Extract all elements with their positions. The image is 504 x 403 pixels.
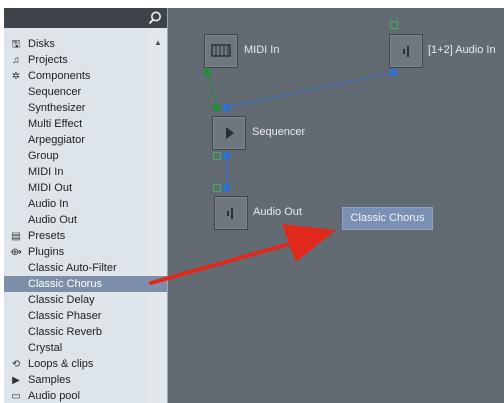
sample-icon: ▶ <box>12 375 20 386</box>
sequencer-node[interactable] <box>212 116 246 150</box>
sidebar-item-audio-pool[interactable]: ▭ Audio pool <box>4 388 167 403</box>
browser-sidebar: ▲ 🖫 Disks ♫ Projects ✲ Components Sequencer Syn… <box>4 8 168 403</box>
sidebar-item-label: Audio In <box>28 198 69 210</box>
sidebar-item-label: Sequencer <box>28 86 82 98</box>
sidebar-item-label: Presets <box>28 230 66 242</box>
sidebar-item-samples[interactable]: ▶ Samples <box>4 372 167 388</box>
audio-out-midi-port[interactable] <box>213 184 221 192</box>
sidebar-item-classic-phaser[interactable]: Classic Phaser <box>4 308 167 324</box>
midi-keyboard-icon <box>211 44 231 57</box>
disk-icon: 🖫 <box>11 39 21 50</box>
sidebar-item-midi-out[interactable]: MIDI Out <box>4 180 167 196</box>
audio-in-output-port[interactable] <box>390 69 397 76</box>
audio-out-node[interactable] <box>214 196 248 230</box>
plugin-icon: ⟴ <box>10 247 22 258</box>
sidebar-item-label: MIDI Out <box>28 182 73 194</box>
sidebar-item-classic-auto-filter[interactable]: Classic Auto-Filter <box>4 260 167 276</box>
sidebar-item-audio-in[interactable]: Audio In <box>4 196 167 212</box>
audio-level-icon <box>403 46 409 57</box>
search-bar[interactable] <box>4 8 167 28</box>
sidebar-item-group[interactable]: Group <box>4 148 167 164</box>
sidebar-item-label: MIDI In <box>28 166 64 178</box>
browser-tree: 🖫 Disks ♫ Projects ✲ Components Sequencer Synth… <box>4 36 167 403</box>
audio-in-input-port[interactable] <box>390 21 398 29</box>
midi-in-label: MIDI In <box>244 44 280 56</box>
preset-icon: ▤ <box>11 231 21 242</box>
sidebar-item-arpeggiator[interactable]: Arpeggiator <box>4 132 167 148</box>
midi-in-node[interactable] <box>204 34 238 68</box>
sidebar-item-projects[interactable]: ♫ Projects <box>4 52 167 68</box>
sidebar-item-midi-in[interactable]: MIDI In <box>4 164 167 180</box>
sidebar-item-label: Disks <box>28 38 55 50</box>
drag-preview-chip[interactable]: Classic Chorus <box>342 207 433 230</box>
sequencer-label: Sequencer <box>252 126 306 138</box>
search-icon[interactable] <box>147 10 163 26</box>
sidebar-item-label: Components <box>28 70 91 82</box>
sidebar-item-label: Group <box>28 150 59 162</box>
sidebar-item-label: Audio pool <box>28 390 80 402</box>
play-icon <box>226 127 234 139</box>
sequencer-midi-input-port[interactable] <box>213 104 220 111</box>
sidebar-item-loops-clips[interactable]: ⟲ Loops & clips <box>4 356 167 372</box>
music-note-icon: ♫ <box>12 55 20 66</box>
sidebar-item-synthesizer[interactable]: Synthesizer <box>4 100 167 116</box>
sidebar-item-label: Classic Auto-Filter <box>28 262 117 274</box>
sidebar-item-label: Classic Delay <box>28 294 95 306</box>
sidebar-item-components[interactable]: ✲ Components <box>4 68 167 84</box>
audio-in-label: [1+2] Audio In <box>428 44 496 56</box>
sidebar-item-label: Plugins <box>28 246 65 258</box>
sidebar-item-presets[interactable]: ▤ Presets <box>4 228 167 244</box>
sidebar-item-label: Loops & clips <box>28 358 94 370</box>
sequencer-audio-input-port[interactable] <box>223 104 230 111</box>
audio-level-icon <box>227 208 233 219</box>
sidebar-item-multi-effect[interactable]: Multi Effect <box>4 116 167 132</box>
audio-out-label: Audio Out <box>253 206 302 218</box>
sidebar-item-label: Audio Out <box>28 214 77 226</box>
sidebar-item-plugins[interactable]: ⟴ Plugins <box>4 244 167 260</box>
audio-out-audio-input-port[interactable] <box>223 184 230 191</box>
sequencer-midi-output-port[interactable] <box>213 152 221 160</box>
app-window: ▲ 🖫 Disks ♫ Projects ✲ Components Sequencer Syn… <box>0 0 504 403</box>
sidebar-item-classic-delay[interactable]: Classic Delay <box>4 292 167 308</box>
audio-in-node[interactable] <box>389 34 423 68</box>
sidebar-item-sequencer[interactable]: Sequencer <box>4 84 167 100</box>
sidebar-item-classic-reverb[interactable]: Classic Reverb <box>4 324 167 340</box>
sidebar-item-crystal[interactable]: Crystal <box>4 340 167 356</box>
sidebar-item-label: Synthesizer <box>28 102 86 114</box>
sidebar-item-label: Samples <box>28 374 71 386</box>
folder-icon: ▭ <box>11 391 21 402</box>
gear-icon: ✲ <box>11 71 21 82</box>
sidebar-item-label: Multi Effect <box>28 118 83 130</box>
sidebar-item-label: Projects <box>28 54 68 66</box>
sidebar-item-label: Classic Phaser <box>28 310 102 322</box>
sidebar-item-classic-chorus[interactable]: Classic Chorus <box>4 276 167 292</box>
sidebar-item-label: Arpeggiator <box>28 134 85 146</box>
sidebar-item-label: Crystal <box>28 342 63 354</box>
midi-in-output-port[interactable] <box>204 69 211 76</box>
sidebar-item-disks[interactable]: 🖫 Disks <box>4 36 167 52</box>
sidebar-item-label: Classic Reverb <box>28 326 102 338</box>
sidebar-item-label: Classic Chorus <box>28 278 102 290</box>
loop-icon: ⟲ <box>11 359 21 370</box>
sequencer-audio-output-port[interactable] <box>223 152 230 159</box>
sidebar-item-audio-out[interactable]: Audio Out <box>4 212 167 228</box>
